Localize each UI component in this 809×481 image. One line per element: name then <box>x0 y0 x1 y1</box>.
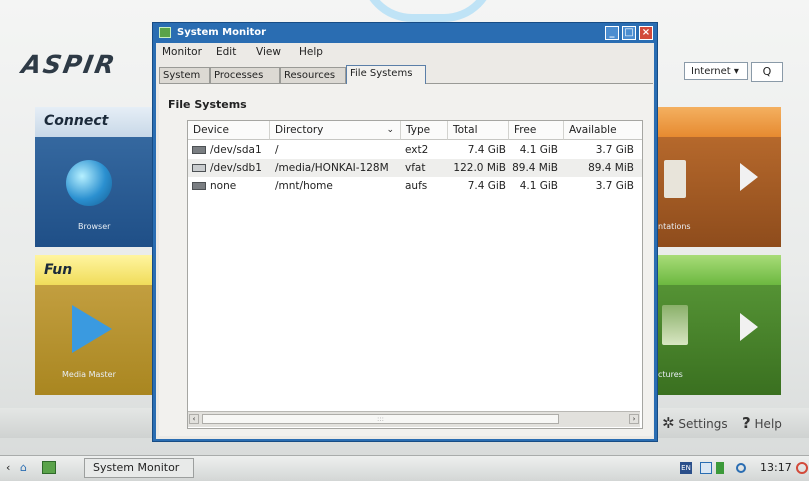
clock: 13:17 <box>760 461 792 474</box>
media-master-label[interactable]: Media Master <box>62 370 116 379</box>
taskbar-left-arrow-icon[interactable]: ‹ <box>6 461 10 474</box>
arrow-right-icon[interactable] <box>740 313 758 341</box>
close-button[interactable]: × <box>639 26 653 40</box>
window-titlebar[interactable]: System Monitor _ □ × <box>153 23 657 43</box>
table-row[interactable]: /dev/sda1 / ext2 7.4 GiB 4.1 GiB 3.7 GiB <box>188 141 642 159</box>
cell-free: 89.4 MiB <box>512 162 558 174</box>
arrow-right-icon[interactable] <box>740 163 758 191</box>
cell-device: /dev/sdb1 <box>210 162 262 174</box>
cell-directory: / <box>275 144 279 156</box>
column-header-available[interactable]: Available <box>564 121 642 140</box>
network-icon[interactable] <box>700 462 712 474</box>
taskbar-system-monitor[interactable]: System Monitor <box>84 458 194 478</box>
scroll-right-button[interactable]: › <box>629 414 639 424</box>
table-row[interactable]: none /mnt/home aufs 7.4 GiB 4.1 GiB 3.7 … <box>188 177 642 195</box>
tab-file-systems[interactable]: File Systems <box>346 65 426 84</box>
menu-monitor[interactable]: Monitor <box>162 46 202 58</box>
photos-icon[interactable] <box>662 305 688 345</box>
menu-edit[interactable]: Edit <box>216 46 236 58</box>
cell-type: vfat <box>405 162 426 174</box>
top-logo-arc <box>360 0 496 22</box>
cell-free: 4.1 GiB <box>519 180 558 192</box>
acer-logo: ASPIR <box>19 50 119 79</box>
menu-help[interactable]: Help <box>299 46 323 58</box>
drive-icon <box>192 146 206 154</box>
cell-available: 89.4 MiB <box>588 162 634 174</box>
cell-total: 7.4 GiB <box>467 144 506 156</box>
file-systems-table: Device Directory ⌄ Type Total Free Availa… <box>187 120 643 429</box>
app-icon <box>159 27 171 38</box>
sort-chevron-icon: ⌄ <box>386 125 394 135</box>
language-indicator[interactable]: EN <box>680 462 692 474</box>
fun-title: Fun <box>44 262 73 278</box>
section-title: File Systems <box>168 98 247 111</box>
column-header-device[interactable]: Device <box>188 121 270 140</box>
cell-free: 4.1 GiB <box>519 144 558 156</box>
presentations-label[interactable]: ntations <box>658 222 691 231</box>
menu-view[interactable]: View <box>256 46 281 58</box>
table-row[interactable]: /dev/sdb1 /media/HONKAI-128M vfat 122.0 … <box>188 159 642 177</box>
home-icon[interactable]: ⌂ <box>20 461 27 474</box>
battery-icon[interactable] <box>716 462 724 474</box>
presentations-panel-header <box>654 107 781 137</box>
drive-icon <box>192 182 206 190</box>
browser-label[interactable]: Browser <box>78 222 110 231</box>
removable-drive-icon <box>192 164 206 172</box>
maximize-button[interactable]: □ <box>622 26 636 40</box>
system-monitor-window: System Monitor _ □ × Monitor Edit View H… <box>152 22 658 442</box>
cell-total: 122.0 MiB <box>453 162 506 174</box>
tab-bar: System Processes Resources File Systems <box>159 65 653 84</box>
tab-resources[interactable]: Resources <box>280 67 346 83</box>
document-icon[interactable] <box>664 160 686 198</box>
cell-device: /dev/sda1 <box>210 144 262 156</box>
minimize-button[interactable]: _ <box>605 26 619 40</box>
scrollbar-thumb[interactable]: ::: <box>202 414 559 424</box>
taskbar: ‹ ⌂ System Monitor EN 13:17 <box>0 455 809 481</box>
search-go-button[interactable]: Q <box>751 62 783 82</box>
column-header-free[interactable]: Free <box>509 121 564 140</box>
power-icon[interactable] <box>796 462 808 474</box>
cell-available: 3.7 GiB <box>595 180 634 192</box>
column-header-directory[interactable]: Directory ⌄ <box>270 121 401 140</box>
column-header-type[interactable]: Type <box>401 121 448 140</box>
cell-device: none <box>210 180 237 192</box>
help-link[interactable]: ? Help <box>742 414 782 432</box>
wifi-icon[interactable] <box>736 463 746 473</box>
window-client: Monitor Edit View Help System Processes … <box>156 43 654 439</box>
browser-globe-icon[interactable] <box>66 160 112 206</box>
system-monitor-taskbar-icon[interactable] <box>42 461 56 474</box>
tab-processes[interactable]: Processes <box>210 67 280 83</box>
file-systems-pane: File Systems Device Directory ⌄ Type Tota… <box>159 84 653 436</box>
tab-system[interactable]: System <box>159 67 210 83</box>
search-engine-select[interactable]: Internet ▾ <box>684 62 748 80</box>
settings-link[interactable]: ✲ Settings <box>662 414 728 432</box>
connect-title: Connect <box>44 113 109 129</box>
pictures-label[interactable]: ctures <box>658 370 683 379</box>
media-play-icon[interactable] <box>72 305 112 353</box>
scroll-left-button[interactable]: ‹ <box>189 414 199 424</box>
pictures-panel-header <box>654 255 781 285</box>
column-header-total[interactable]: Total <box>448 121 509 140</box>
cell-type: ext2 <box>405 144 429 156</box>
cell-total: 7.4 GiB <box>467 180 506 192</box>
gear-icon: ✲ <box>662 414 675 432</box>
cell-available: 3.7 GiB <box>595 144 634 156</box>
horizontal-scrollbar[interactable]: ‹ ::: › <box>188 411 640 427</box>
cell-type: aufs <box>405 180 428 192</box>
menubar: Monitor Edit View Help <box>156 43 654 61</box>
window-title: System Monitor <box>177 27 267 38</box>
cell-directory: /mnt/home <box>275 180 333 192</box>
question-icon: ? <box>742 414 751 432</box>
cell-directory: /media/HONKAI-128M <box>275 162 389 174</box>
search-bar: Internet ▾ Q <box>684 62 783 82</box>
